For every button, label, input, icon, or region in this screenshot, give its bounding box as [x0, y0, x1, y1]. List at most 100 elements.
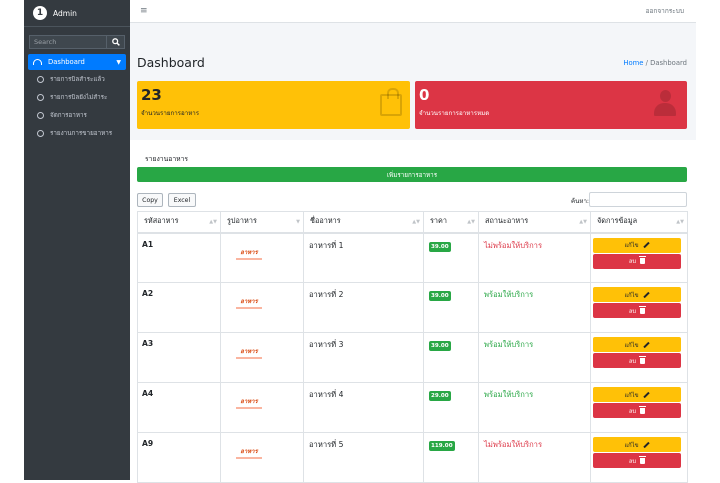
- circle-icon: [37, 75, 44, 83]
- delete-button[interactable]: ลบ: [593, 453, 681, 468]
- stat-value: 0: [419, 86, 430, 104]
- food-code: A4: [137, 382, 221, 433]
- food-name: อาหารที่ 3: [303, 332, 424, 383]
- excel-button[interactable]: Excel: [168, 193, 196, 207]
- sidebar-item-label: รายงานการขายอาหาร: [50, 130, 113, 137]
- edit-button[interactable]: แก้ไข: [593, 437, 681, 452]
- table-row: A4 อาหาร อาหารที่ 4 29.00 พร้อมให้บริการ…: [137, 382, 688, 433]
- brand-name: Admin: [53, 8, 77, 18]
- food-code: A3: [137, 332, 221, 383]
- delete-button[interactable]: ลบ: [593, 253, 681, 269]
- delete-button[interactable]: ลบ: [593, 303, 681, 318]
- menu-toggle-icon[interactable]: ≡: [140, 6, 148, 16]
- main-content: ≡ ออกจากระบบ Dashboard Home / Dashboard …: [130, 0, 696, 483]
- top-navbar: ≡ ออกจากระบบ: [130, 0, 696, 23]
- pencil-icon: [642, 441, 650, 448]
- shopping-bag-icon: [380, 88, 402, 116]
- breadcrumb: Home / Dashboard: [623, 59, 687, 67]
- brand-logo-icon: 1: [33, 6, 47, 20]
- table-row: A2 อาหาร อาหารที่ 2 39.00 พร้อมให้บริการ…: [137, 282, 688, 333]
- sidebar: 1 Admin Dashboard ▼ รายการบิลสำระแล้ว รา…: [24, 0, 130, 480]
- logout-link[interactable]: ออกจากระบบ: [646, 6, 684, 16]
- sidebar-item-paid-bills[interactable]: รายการบิลสำระแล้ว: [28, 70, 126, 88]
- circle-icon: [37, 129, 44, 137]
- price-badge: 119.00: [429, 441, 455, 451]
- stat-label: จำนวนรายการอาหาร: [141, 110, 200, 117]
- sidebar-item-dashboard[interactable]: Dashboard ▼: [28, 54, 126, 70]
- delete-button[interactable]: ลบ: [593, 353, 681, 368]
- food-image: อาหาร: [234, 249, 264, 268]
- pencil-icon: [642, 341, 650, 348]
- sort-icon: ▲▼: [467, 219, 475, 225]
- pencil-icon: [642, 291, 650, 298]
- sort-icon: ▲▼: [579, 219, 587, 225]
- food-code: A2: [137, 282, 221, 333]
- sort-icon: ▲▼: [676, 219, 684, 225]
- sidebar-item-unpaid-bills[interactable]: รายการบิลยังไม่สำระ: [28, 88, 126, 106]
- food-status: พร้อมให้บริการ: [484, 340, 534, 349]
- food-status: พร้อมให้บริการ: [484, 290, 534, 299]
- pencil-icon: [642, 391, 650, 398]
- sort-icon: ▼: [296, 219, 300, 225]
- trash-icon: [639, 405, 647, 414]
- breadcrumb-current: Dashboard: [650, 59, 687, 67]
- search-input[interactable]: [29, 35, 107, 49]
- trash-icon: [639, 355, 647, 364]
- edit-button[interactable]: แก้ไข: [593, 287, 681, 302]
- circle-icon: [37, 111, 44, 119]
- dashboard-icon: [33, 59, 42, 65]
- food-status: ไม่พร้อมให้บริการ: [484, 440, 543, 449]
- edit-button[interactable]: แก้ไข: [593, 237, 681, 253]
- sidebar-item-sales-report[interactable]: รายงานการขายอาหาร: [28, 124, 126, 142]
- stat-label: จำนวนรายการอาหารหมด: [419, 110, 490, 117]
- breadcrumb-home[interactable]: Home: [623, 59, 643, 67]
- sidebar-nav: Dashboard ▼ รายการบิลสำระแล้ว รายการบิลย…: [28, 54, 126, 142]
- copy-button[interactable]: Copy: [137, 193, 163, 207]
- user-icon: [654, 90, 676, 118]
- brand-link[interactable]: 1 Admin: [24, 0, 130, 27]
- filter-label: ค้นหา:: [571, 198, 590, 205]
- table-row: A3 อาหาร อาหารที่ 3 39.00 พร้อมให้บริการ…: [137, 332, 688, 383]
- card-title: รายงานอาหาร: [145, 155, 189, 163]
- stat-box-sold-out: 0 จำนวนรายการอาหารหมด: [415, 81, 687, 129]
- column-header-price[interactable]: ราคา ▲▼: [423, 211, 479, 234]
- food-table: รหัสอาหาร ▲▼ รูปอาหาร ▼ ชื่ออาหาร ▲▼ ราคา ▲▼…: [137, 211, 688, 483]
- sidebar-search: [29, 35, 125, 49]
- breadcrumb-separator: /: [645, 59, 648, 67]
- sidebar-item-label: รายการบิลสำระแล้ว: [50, 76, 105, 83]
- table-header-row: รหัสอาหาร ▲▼ รูปอาหาร ▼ ชื่ออาหาร ▲▼ ราคา ▲▼…: [137, 211, 688, 234]
- edit-button[interactable]: แก้ไข: [593, 337, 681, 352]
- filter-input[interactable]: [589, 192, 687, 207]
- delete-button[interactable]: ลบ: [593, 403, 681, 418]
- column-header-code[interactable]: รหัสอาหาร ▲▼: [137, 211, 221, 234]
- food-status: พร้อมให้บริการ: [484, 390, 534, 399]
- column-header-status[interactable]: สถานะอาหาร ▲▼: [478, 211, 591, 234]
- food-code: A1: [137, 232, 221, 283]
- price-badge: 39.00: [429, 291, 451, 301]
- food-image: อาหาร: [234, 349, 264, 367]
- page-title: Dashboard: [137, 55, 205, 70]
- add-food-button[interactable]: เพิ่มรายการอาหาร: [137, 167, 687, 182]
- sidebar-item-manage-food[interactable]: จัดการอาหาร: [28, 106, 126, 124]
- search-icon[interactable]: [107, 35, 125, 49]
- edit-button[interactable]: แก้ไข: [593, 387, 681, 402]
- food-status: ไม่พร้อมให้บริการ: [484, 240, 543, 250]
- price-badge: 39.00: [429, 241, 451, 252]
- trash-icon: [639, 455, 647, 464]
- column-header-actions[interactable]: จัดการข้อมูล ▲▼: [590, 211, 688, 234]
- table-row: A1 อาหาร อาหารที่ 1 39.00 ไม่พร้อมให้บริ…: [137, 232, 688, 283]
- stat-value: 23: [141, 86, 162, 104]
- sidebar-item-label: รายการบิลยังไม่สำระ: [50, 94, 108, 101]
- app-frame: 1 Admin Dashboard ▼ รายการบิลสำระแล้ว รา…: [0, 0, 720, 483]
- pencil-icon: [642, 241, 650, 249]
- food-name: อาหารที่ 2: [303, 282, 424, 333]
- column-header-image[interactable]: รูปอาหาร ▼: [220, 211, 304, 234]
- sort-icon: ▲▼: [412, 219, 420, 225]
- trash-icon: [639, 305, 647, 314]
- food-image: อาหาร: [234, 299, 264, 317]
- column-header-name[interactable]: ชื่ออาหาร ▲▼: [303, 211, 424, 234]
- stat-box-food-count: 23 จำนวนรายการอาหาร: [137, 81, 410, 129]
- report-card: รายงานอาหาร เพิ่มรายการอาหาร Copy Excel …: [130, 140, 696, 483]
- trash-icon: [639, 256, 647, 264]
- sort-icon: ▲▼: [209, 219, 217, 225]
